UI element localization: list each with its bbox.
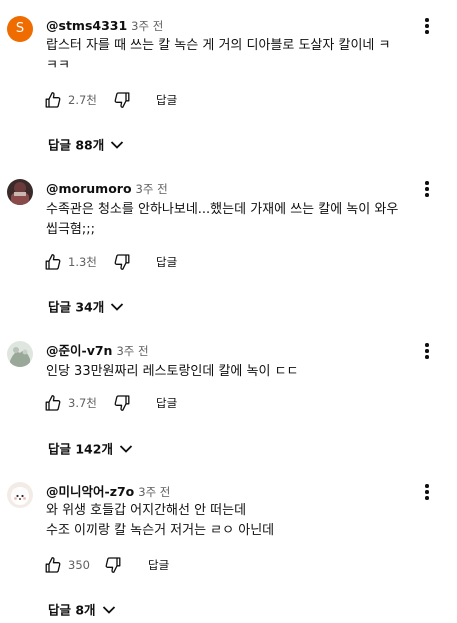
comment-author[interactable]: @morumoro (46, 181, 132, 196)
reply-button[interactable]: 답글 (156, 394, 177, 412)
comment-text: 랍스터 자를 때 쓰는 칼 녹슨 게 거의 디아블로 도살자 칼이네 ㅋ ㅋㅋ (46, 36, 446, 76)
comment-timestamp[interactable]: 3주 전 (116, 344, 148, 358)
comment-header: @stms4331 3주 전 (46, 16, 163, 34)
replies-count-label: 답글 88개 (48, 137, 105, 153)
comment-actions: 3.7천 답글 (45, 394, 245, 414)
replies-count-label: 답글 8개 (48, 602, 96, 618)
comment-text-line: 인당 33만원짜리 레스토랑인데 칼에 녹이 ㄷㄷ (46, 364, 299, 379)
avatar[interactable] (7, 482, 33, 508)
view-replies-button[interactable]: 답글 142개 (48, 439, 133, 459)
comment-timestamp[interactable]: 3주 전 (138, 485, 170, 499)
thumbs-down-icon[interactable] (114, 253, 130, 271)
comment-text-line: 씹극혐;;; (46, 222, 96, 237)
comment-thread-list: S @stms4331 3주 전 랍스터 자를 때 쓰는 칼 녹슨 게 거의 디아… (0, 0, 457, 623)
comment-header: @미니악어-z7o 3주 전 (46, 482, 170, 500)
profile-photo-icon (7, 179, 33, 205)
replies-count-label: 답글 34개 (48, 299, 105, 315)
thumbs-down-icon[interactable] (114, 91, 130, 109)
more-vert-icon[interactable] (420, 482, 434, 502)
profile-photo-icon (7, 482, 33, 508)
profile-photo-icon (7, 341, 33, 367)
thumbs-up-icon[interactable] (45, 91, 61, 109)
reply-button[interactable]: 답글 (156, 253, 177, 271)
like-count: 3.7천 (68, 396, 97, 410)
comment-actions: 1.3천 답글 (45, 253, 245, 273)
comment-actions: 2.7천 답글 (45, 91, 245, 111)
comment-author[interactable]: @stms4331 (46, 18, 127, 33)
thumbs-up-icon[interactable] (45, 253, 61, 271)
comment-text-line: 수족관은 청소를 안하나보네...했는데 가재에 쓰는 칼에 녹이 와우 (46, 202, 399, 217)
chevron-down-icon (110, 302, 124, 312)
reply-button[interactable]: 답글 (156, 91, 177, 109)
thumbs-up-icon[interactable] (45, 556, 61, 574)
avatar[interactable] (7, 179, 33, 205)
comment-text-line: 수조 이끼랑 칼 녹슨거 저거는 ㄹㅇ 아닌데 (46, 523, 275, 538)
chevron-down-icon (119, 444, 133, 454)
view-replies-button[interactable]: 답글 34개 (48, 297, 124, 317)
chevron-down-icon (102, 605, 116, 615)
like-count: 1.3천 (68, 255, 97, 269)
more-vert-icon[interactable] (420, 179, 434, 199)
comment-header: @준이-v7n 3주 전 (46, 341, 149, 359)
comment-text-line: 와 위생 호들갑 어지간해선 안 떠는데 (46, 503, 247, 518)
comment-text-line: ㅋㅋ (46, 58, 70, 73)
view-replies-button[interactable]: 답글 88개 (48, 135, 124, 155)
comment-text: 수족관은 청소를 안하나보네...했는데 가재에 쓰는 칼에 녹이 와우 씹극혐… (46, 200, 446, 240)
comment-author[interactable]: @미니악어-z7o (46, 484, 134, 499)
comment-timestamp[interactable]: 3주 전 (136, 182, 168, 196)
thumbs-up-icon[interactable] (45, 394, 61, 412)
reply-button[interactable]: 답글 (148, 556, 169, 574)
comment-text-line: 랍스터 자를 때 쓰는 칼 녹슨 게 거의 디아블로 도살자 칼이네 ㅋ (46, 38, 391, 53)
thumbs-down-icon[interactable] (105, 556, 121, 574)
more-vert-icon[interactable] (420, 341, 434, 361)
avatar[interactable]: S (7, 16, 33, 42)
replies-count-label: 답글 142개 (48, 441, 113, 457)
comment-actions: 350 답글 (45, 556, 245, 576)
view-replies-button[interactable]: 답글 8개 (48, 600, 116, 620)
comment-author[interactable]: @준이-v7n (46, 343, 112, 358)
comment-text: 인당 33만원짜리 레스토랑인데 칼에 녹이 ㄷㄷ (46, 362, 446, 382)
avatar[interactable] (7, 341, 33, 367)
more-vert-icon[interactable] (420, 16, 434, 36)
like-count: 350 (68, 558, 90, 572)
comment-text: 와 위생 호들갑 어지간해선 안 떠는데 수조 이끼랑 칼 녹슨거 저거는 ㄹㅇ… (46, 501, 446, 541)
comment-header: @morumoro 3주 전 (46, 179, 168, 197)
comment-timestamp[interactable]: 3주 전 (131, 19, 163, 33)
thumbs-down-icon[interactable] (114, 394, 130, 412)
like-count: 2.7천 (68, 93, 97, 107)
chevron-down-icon (110, 140, 124, 150)
